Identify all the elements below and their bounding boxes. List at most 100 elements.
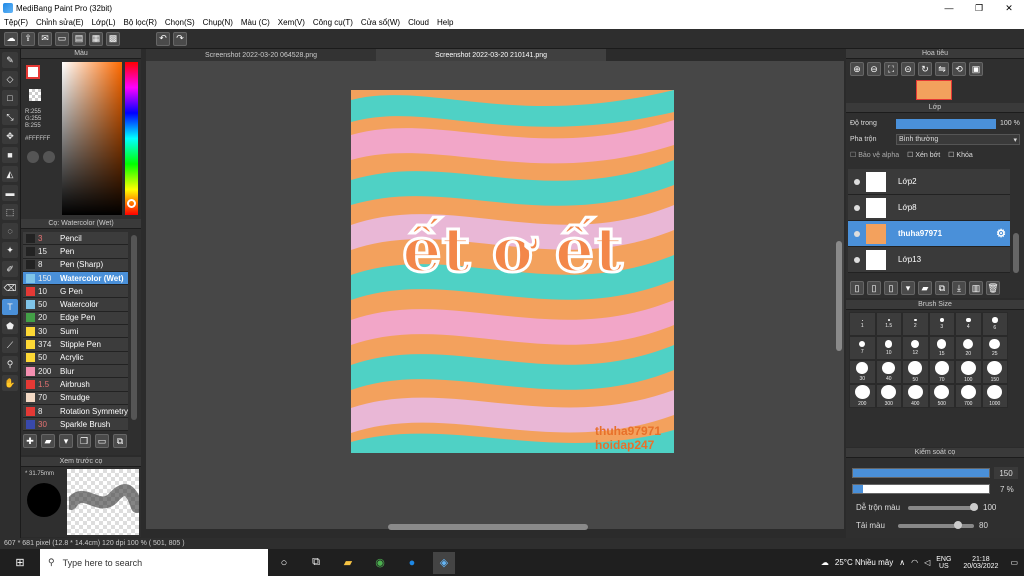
brush-size-cell[interactable]: 150: [981, 360, 1008, 384]
eyedropper-tool-icon[interactable]: ⚲: [2, 356, 18, 372]
menu-tools[interactable]: Công cụ(T): [309, 18, 357, 27]
brush-item[interactable]: 30 Sumi: [23, 325, 128, 339]
chrome-icon[interactable]: ◉: [369, 552, 391, 574]
cortana-icon[interactable]: ○: [273, 552, 295, 574]
lock-icon[interactable]: ▣: [969, 62, 983, 76]
duplicate-layer-icon[interactable]: ⧉: [935, 281, 949, 295]
list-icon[interactable]: ▦: [89, 31, 103, 46]
layer-row[interactable]: Lớp8: [848, 195, 1010, 221]
merge-layer-icon[interactable]: ⤓: [952, 281, 966, 295]
brush-size-cell[interactable]: 400: [902, 384, 929, 408]
brush-size-cell[interactable]: 40: [875, 360, 902, 384]
menu-layer[interactable]: Lớp(L): [88, 18, 120, 27]
divide-tool-icon[interactable]: ⟋: [2, 337, 18, 353]
brush-item[interactable]: 50 Acrylic: [23, 351, 128, 365]
brush-menu-icon[interactable]: ▾: [59, 434, 73, 448]
layer-row[interactable]: Lớp13: [848, 247, 1010, 273]
brush-item[interactable]: 8 Pen (Sharp): [23, 258, 128, 272]
visibility-icon[interactable]: [854, 178, 860, 185]
blend-slider[interactable]: [908, 506, 978, 510]
brush-item[interactable]: 1.5 Airbrush: [23, 378, 128, 392]
brush-item[interactable]: 50 Watercolor: [23, 298, 128, 312]
shape-tool-icon[interactable]: ⬟: [2, 318, 18, 334]
layer-scrollbar[interactable]: [1013, 233, 1019, 273]
brush-size-cell[interactable]: 500: [928, 384, 955, 408]
brush-item[interactable]: 30 Sparkle Brush: [23, 418, 128, 432]
navigator-thumbnail[interactable]: [916, 80, 952, 100]
select-tool-icon[interactable]: ⬚: [2, 204, 18, 220]
size-value[interactable]: 150: [994, 467, 1018, 479]
trash-icon[interactable]: 🗑: [986, 281, 1000, 295]
layer-row-active[interactable]: thuha97971 ⚙: [848, 221, 1010, 247]
brush-size-cell[interactable]: 7: [849, 336, 876, 360]
artwork-canvas[interactable]: ết ơ ết thuha97971 hoidap247: [351, 90, 674, 453]
brush-size-cell[interactable]: 100: [955, 360, 982, 384]
opacity-slider[interactable]: [896, 119, 996, 129]
gear-icon[interactable]: ⚙: [996, 227, 1006, 240]
blend-mode-select[interactable]: Bình thường ▾: [896, 134, 1020, 145]
clock[interactable]: 21:18 20/03/2022: [963, 556, 998, 570]
comment-icon[interactable]: ✉: [38, 31, 52, 46]
hue-slider[interactable]: [125, 62, 138, 215]
fit-icon[interactable]: ⛶: [884, 62, 898, 76]
brush-item[interactable]: 70 Smudge: [23, 391, 128, 405]
fill-rect-tool-icon[interactable]: ■: [2, 147, 18, 163]
wifi-icon[interactable]: ◠: [911, 558, 918, 567]
brush-item[interactable]: 15 Pen: [23, 245, 128, 259]
redo-icon[interactable]: ↷: [173, 31, 187, 46]
weather-text[interactable]: 25°C Nhiều mây: [835, 558, 893, 567]
lasso-tool-icon[interactable]: ◌: [2, 223, 18, 239]
magic-wand-tool-icon[interactable]: ✦: [2, 242, 18, 258]
reload-slider[interactable]: [898, 524, 974, 528]
brush-item[interactable]: 150 Watercolor (Wet): [23, 271, 128, 286]
notification-icon[interactable]: ▭: [1010, 558, 1018, 567]
brush-size-cell[interactable]: 1.5: [875, 312, 902, 336]
brush-size-cell[interactable]: 200: [849, 384, 876, 408]
lock-checkbox[interactable]: ☐ Khóa: [948, 151, 973, 159]
chat-icon[interactable]: ▭: [55, 31, 69, 46]
windows-start-icon[interactable]: ⊞: [5, 552, 35, 574]
document-tab-active[interactable]: Screenshot 2022-03-20 210141.png: [376, 49, 606, 61]
flip-icon[interactable]: ⇋: [935, 62, 949, 76]
brush-size-cell[interactable]: 3: [928, 312, 955, 336]
opacity-control-slider[interactable]: [852, 484, 990, 494]
layer-row[interactable]: Lớp2: [848, 169, 1010, 195]
menu-select[interactable]: Chọn(S): [161, 18, 199, 27]
menu-filter[interactable]: Bộ lọc(R): [120, 18, 161, 27]
reset-rotate-icon[interactable]: ⟲: [952, 62, 966, 76]
bucket-tool-icon[interactable]: ◭: [2, 166, 18, 182]
brush-size-cell[interactable]: 20: [955, 336, 982, 360]
brush-duplicate-icon[interactable]: ⧉: [113, 434, 127, 448]
brush-folder-icon[interactable]: ▰: [41, 434, 55, 448]
brush-open-icon[interactable]: ▭: [95, 434, 109, 448]
menu-window[interactable]: Cửa sổ(W): [357, 18, 404, 27]
brush-item[interactable]: 374 Stipple Pen: [23, 338, 128, 352]
palette-icon[interactable]: [27, 151, 39, 163]
menu-help[interactable]: Help: [433, 18, 457, 27]
new-8bit-layer-icon[interactable]: ▯: [884, 281, 898, 295]
brush-size-cell[interactable]: 4: [955, 312, 982, 336]
hue-handle[interactable]: [127, 199, 136, 208]
zalo-icon[interactable]: ●: [401, 552, 423, 574]
brush-item[interactable]: 10 G Pen: [23, 285, 128, 299]
eraser-tool-icon[interactable]: ◇: [2, 71, 18, 87]
select-pen-tool-icon[interactable]: ✐: [2, 261, 18, 277]
visibility-icon[interactable]: [854, 256, 860, 263]
maximize-button[interactable]: ❐: [964, 0, 994, 16]
move-tool-icon[interactable]: ✥: [2, 128, 18, 144]
menu-snap[interactable]: Chụp(N): [199, 18, 237, 27]
cloud-icon[interactable]: ☁: [4, 31, 18, 46]
brush-size-cell[interactable]: 1000: [981, 384, 1008, 408]
protect-alpha-checkbox[interactable]: ☐ Bảo vệ alpha: [850, 151, 899, 159]
brush-size-cell[interactable]: 70: [928, 360, 955, 384]
language-indicator[interactable]: ENG US: [936, 556, 951, 570]
brush-list-scrollbar[interactable]: [131, 235, 137, 420]
visibility-icon[interactable]: [854, 204, 860, 211]
undo-icon[interactable]: ↶: [156, 31, 170, 46]
brush-size-cell[interactable]: 300: [875, 384, 902, 408]
transparent-swatch[interactable]: [29, 89, 41, 101]
brush-size-cell[interactable]: 2: [902, 312, 929, 336]
brush-size-cell[interactable]: 30: [849, 360, 876, 384]
select-eraser-tool-icon[interactable]: ⌫: [2, 280, 18, 296]
brush-size-cell[interactable]: 10: [875, 336, 902, 360]
